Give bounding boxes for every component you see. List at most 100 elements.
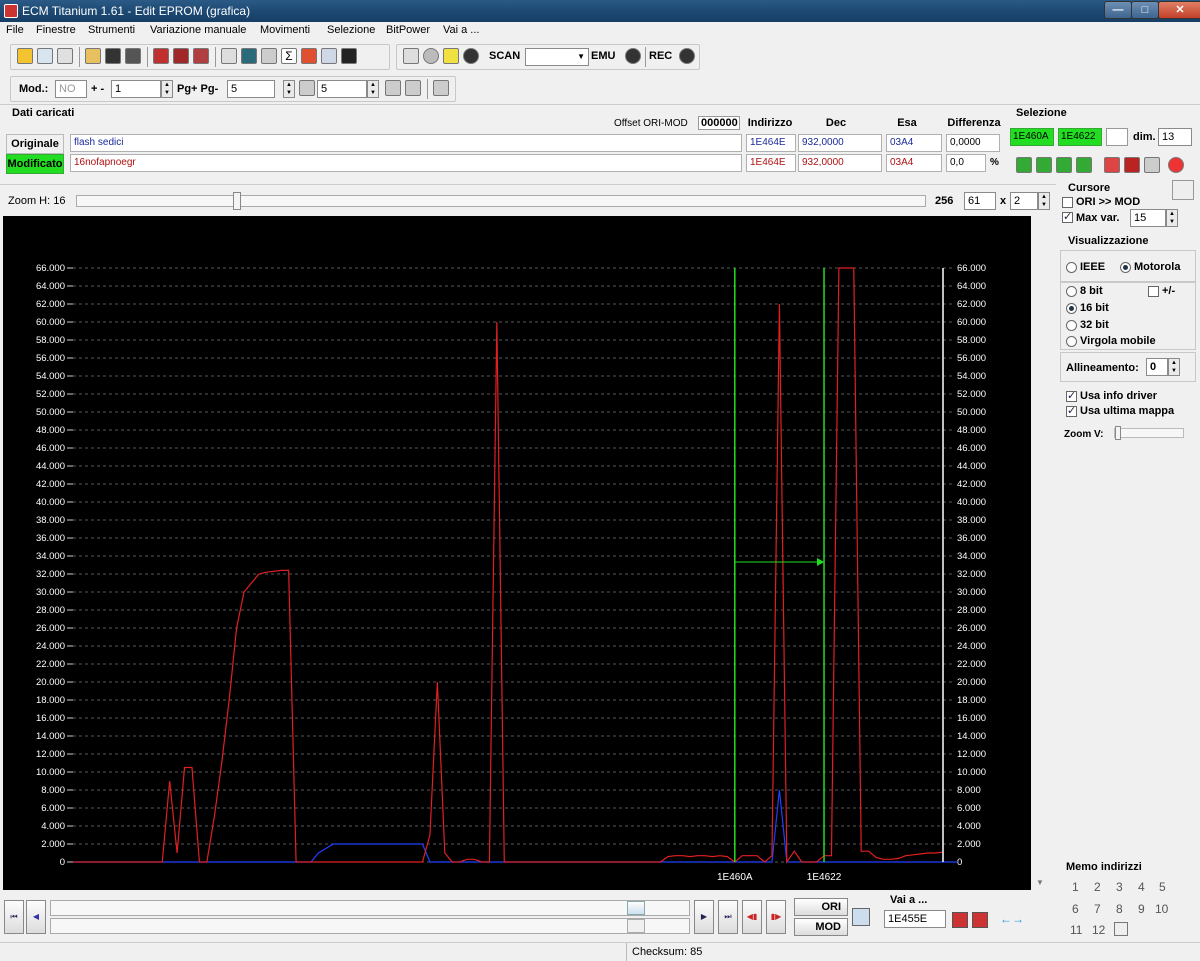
sel-flag-icon[interactable] (1036, 157, 1052, 173)
menu-movimenti[interactable]: Movimenti (260, 24, 310, 36)
offset-value[interactable]: 000000 (698, 116, 740, 130)
memo-4[interactable]: 4 (1138, 880, 1145, 894)
goto-mod-icon[interactable] (972, 912, 988, 928)
dim-input[interactable]: 13 (1158, 128, 1192, 146)
menu-variazione-manuale[interactable]: Variazione manuale (150, 24, 246, 36)
sel-e-icon[interactable] (1076, 157, 1092, 173)
checklist-icon[interactable] (153, 48, 169, 64)
zoom-slider[interactable] (76, 192, 926, 210)
menu-strumenti[interactable]: Strumenti (88, 24, 135, 36)
menu-file[interactable]: File (6, 24, 24, 36)
modificato-label[interactable]: Modificato (6, 154, 64, 174)
save-as-icon[interactable] (125, 48, 141, 64)
terminal-icon[interactable] (403, 48, 419, 64)
lock-icon[interactable] (423, 48, 439, 64)
memo-11[interactable]: 11 (1070, 923, 1082, 937)
sel-reset-icon[interactable] (1168, 157, 1184, 173)
horizontal-scroll-bottom[interactable] (50, 918, 690, 934)
cursor-lock-icon[interactable] (1172, 180, 1194, 200)
ieee-radio[interactable] (1066, 262, 1077, 273)
grid-h-icon[interactable] (405, 80, 421, 96)
compare-layers-icon[interactable] (852, 908, 870, 926)
zoomv-slider-thumb[interactable] (1115, 426, 1121, 440)
home-icon[interactable] (17, 48, 33, 64)
emu-record-icon[interactable] (625, 48, 641, 64)
sel-h-icon[interactable] (1056, 157, 1072, 173)
table-icon[interactable] (321, 48, 337, 64)
nav-last-button[interactable]: ⏭ (718, 900, 738, 934)
nav-prev-diff-button[interactable]: ◀▮ (742, 900, 762, 934)
zoom-factor[interactable]: 2 (1010, 192, 1038, 210)
binoculars-icon[interactable] (341, 48, 357, 64)
selezione-start[interactable]: 1E460A (1010, 128, 1054, 146)
menu-selezione[interactable]: Selezione (327, 24, 375, 36)
16bit-radio[interactable] (1066, 303, 1077, 314)
copy-icon[interactable] (37, 48, 53, 64)
memo-3[interactable]: 3 (1116, 880, 1123, 894)
page-spinner[interactable]: ▲ ▼ (283, 80, 295, 98)
swap-m-icon[interactable]: ←→ (1000, 912, 1040, 928)
zoom-factor-spinner[interactable]: ▲ ▼ (1038, 192, 1050, 210)
menu-bitpower[interactable]: BitPower (386, 24, 430, 36)
nav-first-button[interactable]: ⏮ (4, 900, 24, 934)
menu-vai-a[interactable]: Vai a ... (443, 24, 479, 36)
plusminus-checkbox[interactable] (1148, 286, 1159, 297)
8bit-radio[interactable] (1066, 286, 1077, 297)
sel-paste-icon[interactable] (1124, 157, 1140, 173)
goto-ori-icon[interactable] (952, 912, 968, 928)
step-spinner[interactable]: ▲ ▼ (161, 80, 173, 98)
scan-select[interactable]: ▼ (525, 48, 589, 66)
menu-finestre[interactable]: Finestre (36, 24, 76, 36)
maximize-button[interactable]: □ (1131, 1, 1159, 19)
nav-next-diff-button[interactable]: ▮▶ (766, 900, 786, 934)
memo-5[interactable]: 5 (1159, 880, 1166, 894)
memo-12[interactable]: 12 (1092, 923, 1105, 937)
originale-label[interactable]: Originale (6, 134, 64, 154)
ori-mod-checkbox[interactable] (1062, 197, 1073, 208)
allineamento-input[interactable]: 0 (1146, 358, 1168, 376)
memo-6[interactable]: 6 (1072, 902, 1079, 916)
mod-button[interactable]: MOD (794, 918, 848, 936)
runner-icon[interactable] (443, 48, 459, 64)
memo-7[interactable]: 7 (1094, 902, 1101, 916)
sel-clear-icon[interactable] (1144, 157, 1160, 173)
max-var-input[interactable]: 15 (1130, 209, 1166, 227)
calendar-icon[interactable] (193, 48, 209, 64)
zoom-slider-thumb[interactable] (233, 192, 241, 210)
max-var-spinner[interactable]: ▲ ▼ (1166, 209, 1178, 227)
p-spinner[interactable]: ▲ ▼ (367, 80, 379, 98)
minimize-button[interactable]: — (1104, 1, 1132, 19)
p-input[interactable]: 5 (317, 80, 367, 98)
nav-next-button[interactable]: ▶ (694, 900, 714, 934)
driver-icon[interactable] (221, 48, 237, 64)
eprom-graph[interactable]: 0 02.000 2.0004.000 4.0006.000 6.0008.000 8.0… (3, 216, 1031, 890)
sigma-icon[interactable]: Σ (281, 48, 297, 64)
mod-input[interactable]: NO (55, 80, 87, 98)
memo-2[interactable]: 2 (1094, 880, 1101, 894)
record-icon[interactable] (463, 48, 479, 64)
32bit-radio[interactable] (1066, 320, 1077, 331)
scroll-thumb-bottom[interactable] (627, 919, 645, 933)
sel-left-icon[interactable] (1016, 157, 1032, 173)
memo-10[interactable]: 10 (1155, 902, 1168, 916)
selezione-blank[interactable] (1106, 128, 1128, 146)
chart-icon[interactable] (301, 48, 317, 64)
zoomv-slider[interactable] (1114, 426, 1184, 440)
usa-info-checkbox[interactable] (1066, 389, 1077, 402)
vaia-input[interactable]: 1E455E (884, 910, 946, 928)
memo-1[interactable]: 1 (1072, 880, 1079, 894)
virgola-radio[interactable] (1066, 336, 1077, 347)
memo-8[interactable]: 8 (1116, 902, 1123, 916)
compare-icon[interactable] (173, 48, 189, 64)
max-var-checkbox[interactable] (1062, 210, 1073, 223)
motorola-radio[interactable] (1120, 262, 1131, 273)
graph-panel[interactable]: 0 0 2.000 2.000 4.000 4.000 6.000 6.000 8.000 8.0… (3, 216, 1031, 890)
zoom-value[interactable]: 61 (964, 192, 996, 210)
open-folder-icon[interactable] (85, 48, 101, 64)
selezione-end[interactable]: 1E4622 (1058, 128, 1102, 146)
save-icon[interactable] (105, 48, 121, 64)
scroll-down-arrow[interactable]: ▼ (1036, 878, 1050, 892)
p-icon[interactable] (299, 80, 315, 96)
edit-icon[interactable] (261, 48, 277, 64)
grid-m-icon[interactable] (385, 80, 401, 96)
